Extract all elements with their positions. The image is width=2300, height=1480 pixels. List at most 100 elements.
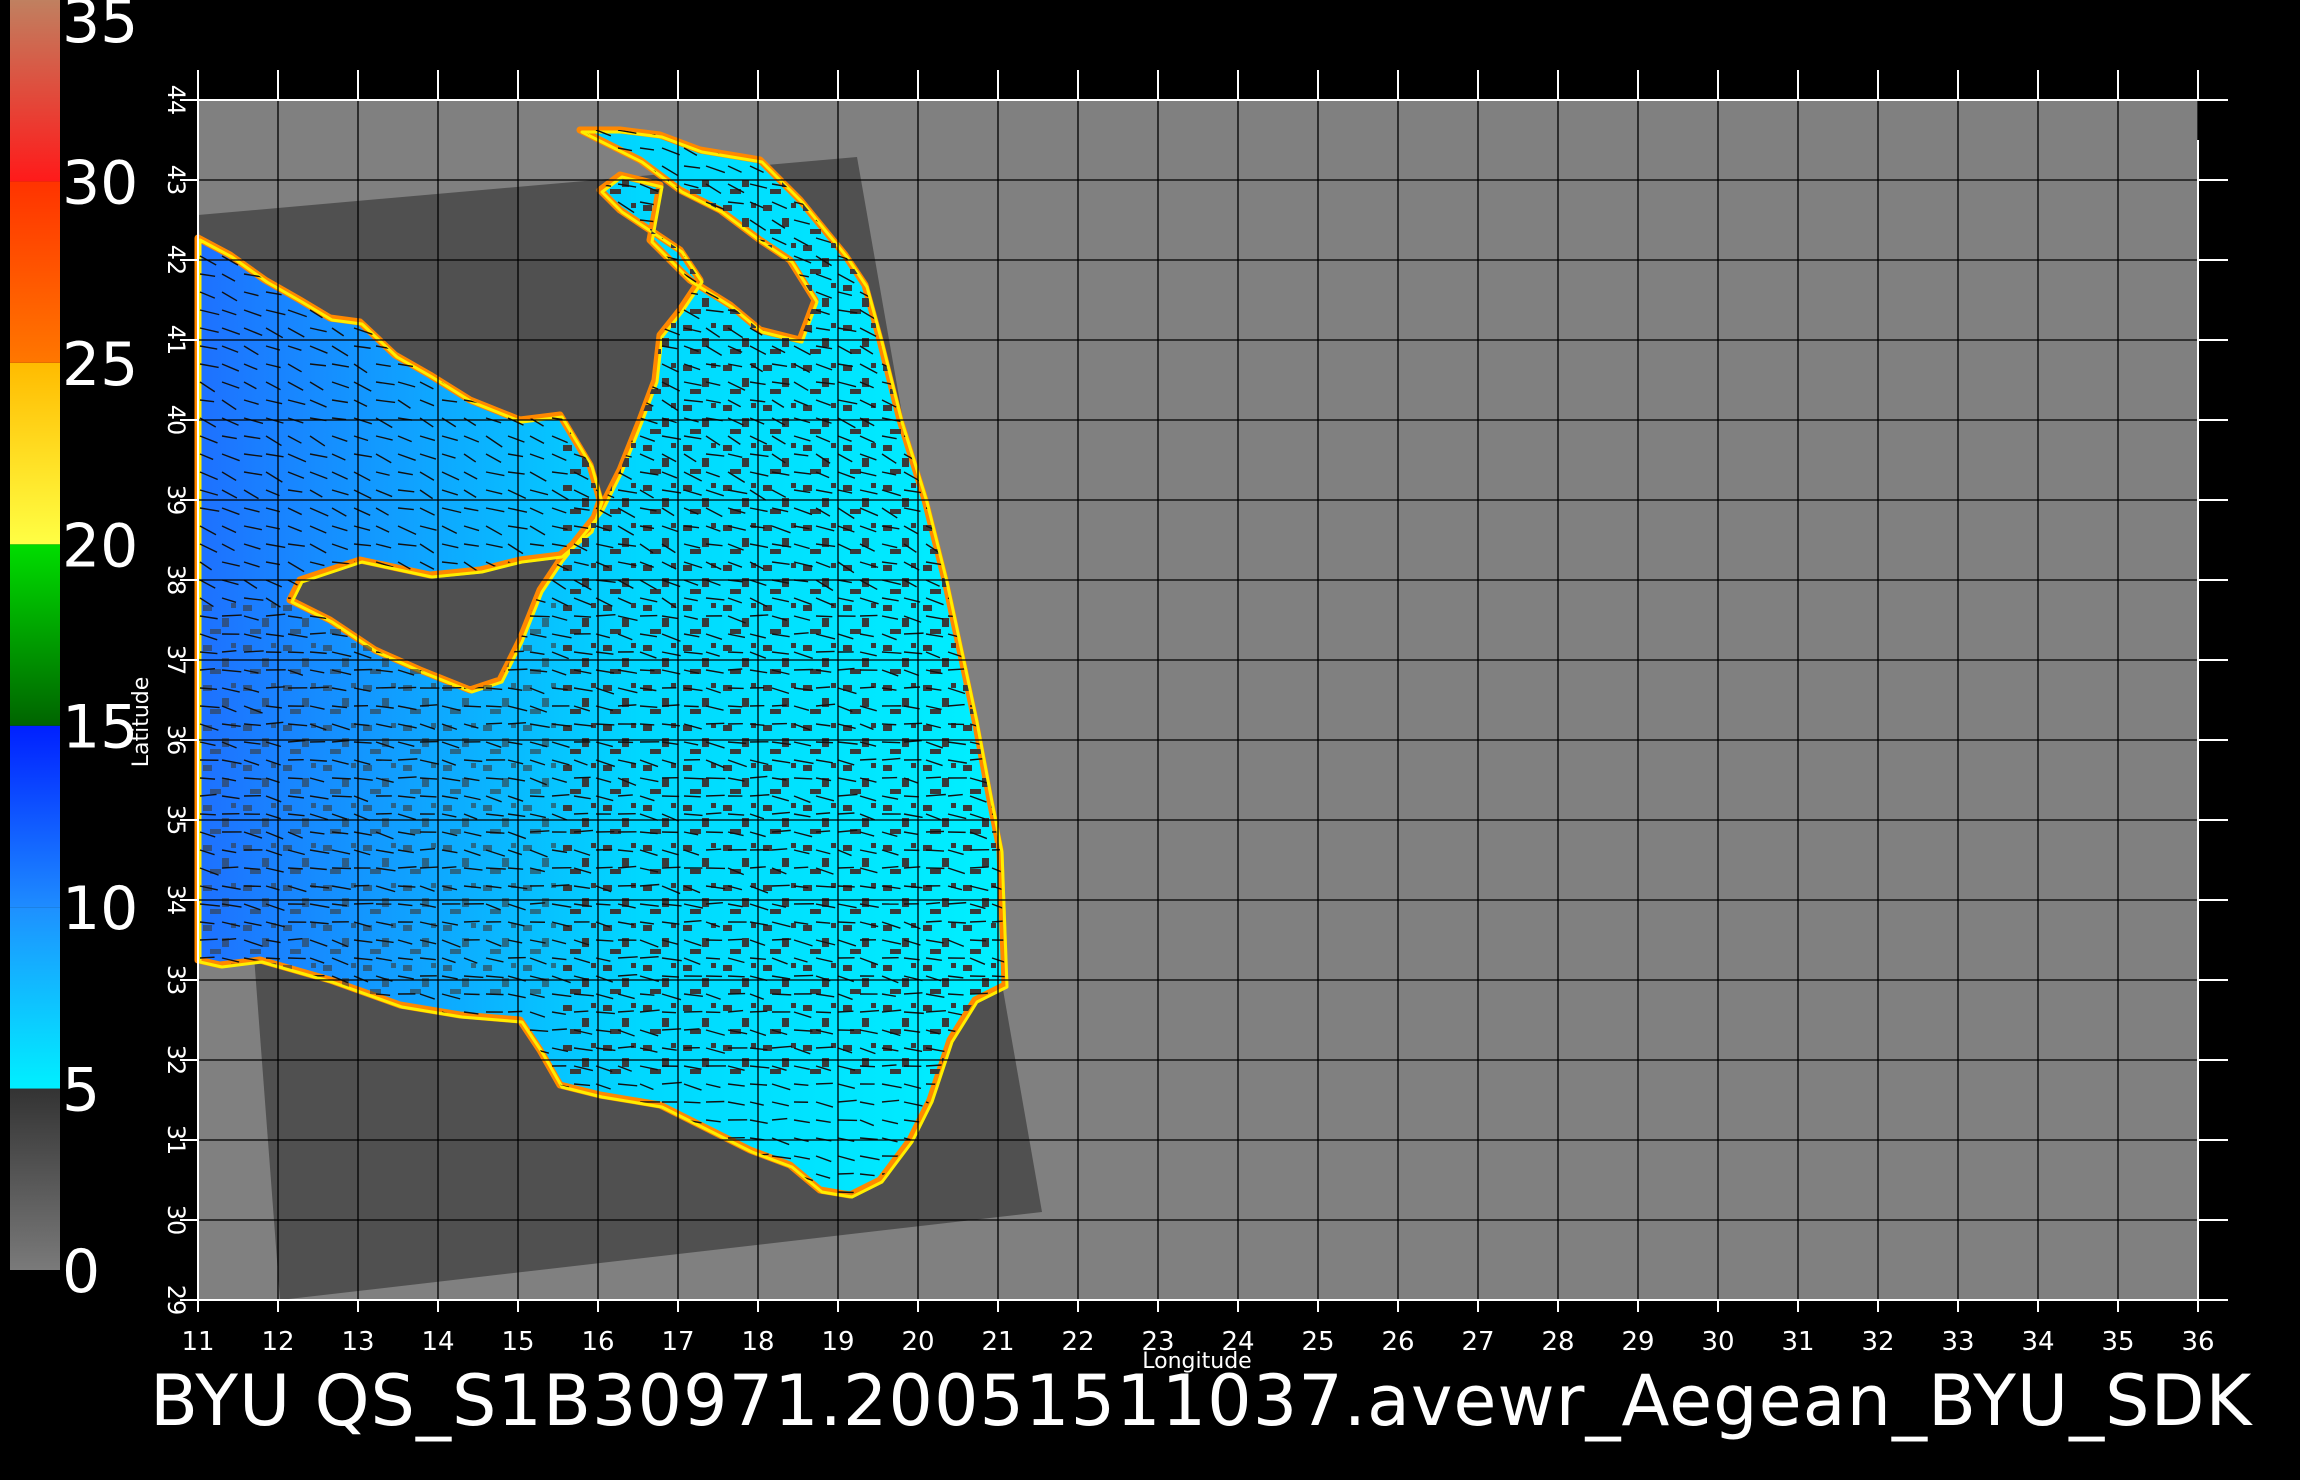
x-tick-label: 15 bbox=[501, 1327, 534, 1357]
x-tick-label: 36 bbox=[2181, 1327, 2214, 1357]
x-tick-label: 32 bbox=[1861, 1327, 1894, 1357]
wind-vector bbox=[705, 794, 725, 797]
colorbar-segment bbox=[10, 362, 60, 545]
x-tick-label: 12 bbox=[261, 1327, 294, 1357]
y-tick-label: 40 bbox=[162, 405, 190, 436]
y-tick-label: 44 bbox=[162, 85, 190, 116]
wind-vector bbox=[199, 813, 216, 816]
x-tick-label: 11 bbox=[181, 1327, 214, 1357]
wind-vector bbox=[837, 1172, 854, 1175]
x-tick-label: 33 bbox=[1941, 1327, 1974, 1357]
wind-vector bbox=[815, 1082, 833, 1085]
wind-vector bbox=[573, 812, 589, 815]
wind-vector bbox=[529, 615, 550, 618]
wind-vector bbox=[419, 795, 437, 798]
wind-vector bbox=[419, 866, 438, 869]
wind-vector bbox=[947, 993, 964, 996]
wind-vector bbox=[309, 686, 329, 689]
wind-vector bbox=[705, 831, 723, 834]
wind-vector bbox=[573, 776, 591, 779]
wind-vector bbox=[815, 615, 833, 618]
wind-vector bbox=[573, 1010, 589, 1013]
wind-vector bbox=[727, 938, 743, 941]
colorbar-labels: 0 5 10 15 20 25 30 35 bbox=[62, 0, 138, 1307]
y-tick-label: 30 bbox=[162, 1205, 190, 1236]
colorbar-tick-label: 35 bbox=[62, 0, 138, 57]
wind-vector bbox=[705, 722, 725, 725]
colorbar-tick-label: 0 bbox=[62, 1237, 100, 1307]
wind-vector bbox=[639, 669, 655, 672]
wind-vector bbox=[727, 651, 744, 654]
wind-vector bbox=[639, 723, 655, 726]
x-tick-label: 16 bbox=[581, 1327, 614, 1357]
wind-vector bbox=[837, 1191, 854, 1194]
y-axis-ticks: 29 30 31 32 33 34 35 36 37 38 39 40 41 42 43 44 bbox=[162, 85, 190, 1316]
wind-vector bbox=[925, 776, 942, 779]
wind-vector bbox=[969, 920, 987, 923]
wind-map: 0 5 10 15 20 25 30 35 11 12 13 14 15 16 17 18 19 20 21 22 2… bbox=[10, 0, 2228, 1374]
wind-vector bbox=[199, 938, 218, 941]
wind-vector bbox=[837, 1010, 854, 1013]
wind-vector bbox=[969, 992, 989, 995]
x-tick-label: 28 bbox=[1541, 1327, 1574, 1357]
wind-vector bbox=[903, 722, 923, 725]
colorbar-tick-label: 25 bbox=[62, 330, 138, 400]
wind-vector bbox=[793, 668, 814, 671]
wind-vector bbox=[397, 686, 417, 689]
wind-vector bbox=[287, 957, 306, 960]
wind-vector bbox=[793, 974, 814, 977]
wind-vector bbox=[793, 777, 813, 780]
x-tick-label: 31 bbox=[1781, 1327, 1814, 1357]
wind-vector bbox=[837, 885, 855, 888]
colorbar-segment bbox=[10, 181, 60, 363]
y-tick-label: 34 bbox=[162, 885, 190, 916]
y-tick-label: 36 bbox=[162, 725, 190, 756]
x-tick-label: 18 bbox=[741, 1327, 774, 1357]
x-tick-label: 34 bbox=[2021, 1327, 2054, 1357]
colorbar-tick-label: 30 bbox=[62, 148, 138, 218]
y-tick-label: 32 bbox=[162, 1045, 190, 1076]
y-tick-label: 38 bbox=[162, 565, 190, 596]
x-tick-label: 14 bbox=[421, 1327, 454, 1357]
y-tick-label: 43 bbox=[162, 165, 190, 196]
wind-vector bbox=[683, 1101, 701, 1104]
wind-vector bbox=[485, 993, 504, 996]
y-tick-label: 39 bbox=[162, 485, 190, 516]
wind-vector bbox=[969, 939, 987, 942]
x-tick-label: 19 bbox=[821, 1327, 854, 1357]
wind-vector bbox=[375, 686, 396, 689]
wind-vector bbox=[815, 686, 831, 689]
wind-vector bbox=[771, 938, 792, 941]
wind-vector bbox=[925, 830, 945, 833]
wind-vector bbox=[221, 866, 239, 869]
wind-vector bbox=[683, 705, 699, 708]
wind-vector bbox=[881, 723, 897, 726]
wind-vector bbox=[661, 1011, 677, 1014]
colorbar-segment bbox=[10, 0, 60, 182]
wind-vector bbox=[331, 795, 352, 798]
colorbar-tick-label: 20 bbox=[62, 511, 138, 581]
wind-vector bbox=[859, 1065, 876, 1068]
wind-vector bbox=[771, 704, 787, 707]
wind-vector bbox=[463, 993, 480, 996]
wind-vector bbox=[595, 723, 615, 726]
wind-vector bbox=[507, 1010, 523, 1013]
wind-vector bbox=[903, 632, 924, 635]
x-tick-label: 21 bbox=[981, 1327, 1014, 1357]
x-tick-label: 22 bbox=[1061, 1327, 1094, 1357]
colorbar-tick-label: 15 bbox=[62, 693, 138, 763]
y-tick-label: 41 bbox=[162, 325, 190, 356]
wind-vector bbox=[463, 705, 482, 708]
wind-vector bbox=[793, 866, 809, 869]
colorbar-segment bbox=[10, 1088, 60, 1270]
wind-vector bbox=[287, 867, 303, 870]
wind-vector bbox=[287, 777, 303, 780]
wind-vector bbox=[727, 975, 745, 978]
wind-vector bbox=[815, 741, 834, 744]
wind-vector bbox=[925, 920, 942, 923]
colorbar-tick-label: 10 bbox=[62, 874, 138, 944]
x-tick-label: 20 bbox=[901, 1327, 934, 1357]
wind-vector bbox=[881, 741, 901, 744]
x-tick-label: 27 bbox=[1461, 1327, 1494, 1357]
y-tick-label: 35 bbox=[162, 805, 190, 836]
